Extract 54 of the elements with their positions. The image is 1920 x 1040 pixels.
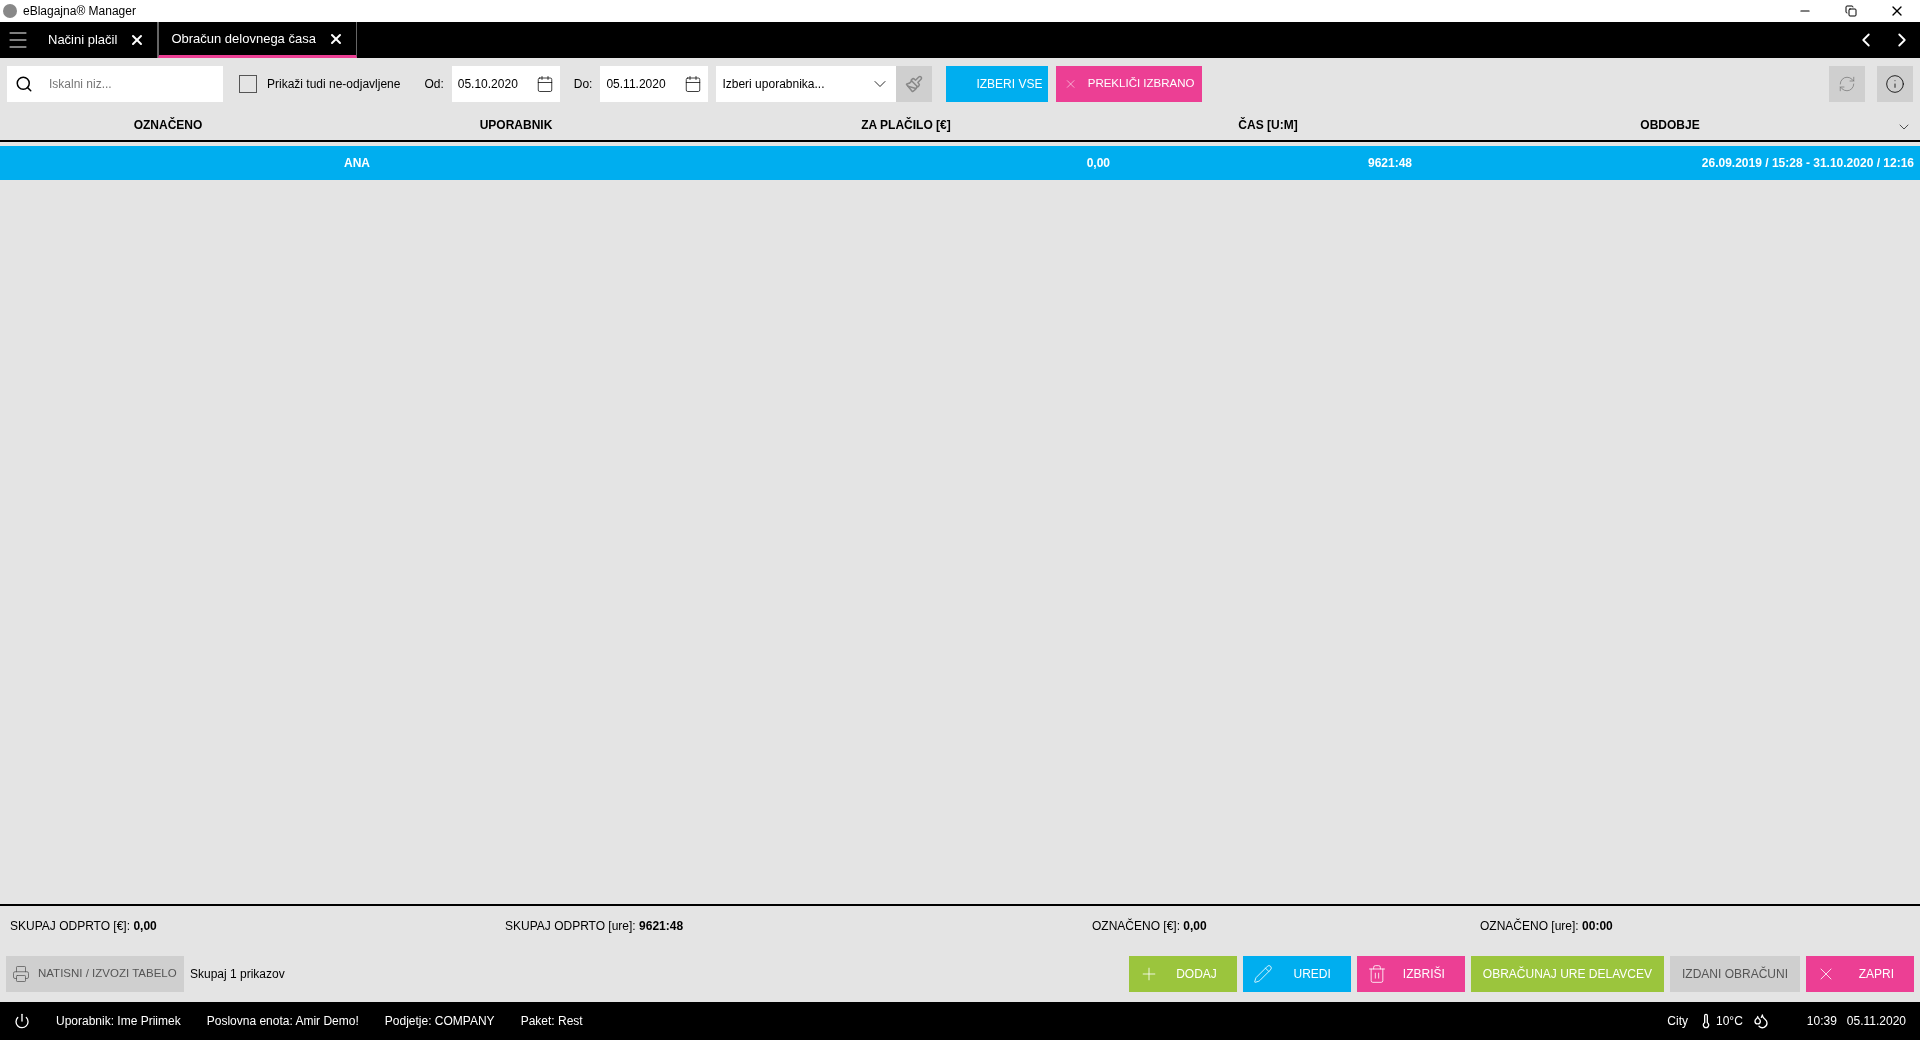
print-export-button[interactable]: NATISNI / IZVOZI TABELO [6, 956, 184, 992]
action-button[interactable]: IZBRIŠI [1356, 956, 1465, 992]
calendar-icon [684, 75, 703, 93]
calendar-icon [535, 75, 554, 93]
search-box[interactable]: Iskalni niz... [7, 66, 223, 102]
status-text: Paket: Rest [520, 1013, 583, 1030]
window-title: eBlagajna® Manager [23, 3, 136, 20]
column-header[interactable]: UPORABNIK [336, 116, 696, 134]
table-cell-text: ANA [343, 155, 371, 172]
printer-icon [12, 965, 30, 983]
search-field[interactable]: Iskalni niz... [49, 75, 209, 93]
info-button[interactable] [1877, 66, 1913, 102]
action-button[interactable]: IZDANI OBRAČUNI [1670, 956, 1800, 992]
user-dropdown[interactable]: Izberi uporabnika... [716, 66, 897, 102]
table-cell-text: 9621:48 [1366, 155, 1413, 172]
tab[interactable]: Obračun delovnega časa [158, 22, 357, 58]
total-text: OZNAČENO [€]: 0,00 [1092, 917, 1208, 935]
checkbox[interactable] [239, 75, 257, 93]
column-header[interactable]: ČAS [U:M] [1116, 116, 1420, 134]
column-header[interactable]: OBDOBJE [1420, 116, 1920, 134]
brush-icon [905, 75, 924, 93]
date-field[interactable]: 05.10.2020 [451, 66, 560, 102]
date-text: 05.11.2020 [1846, 1013, 1906, 1030]
from-label: Od: [424, 76, 444, 93]
trash-icon [1366, 964, 1387, 984]
temperature-text: 10°C [1716, 1013, 1743, 1030]
tab[interactable]: Načini plačil [36, 22, 159, 58]
status-text: Podjetje: COMPANY [384, 1013, 495, 1030]
city-text: City [1667, 1013, 1688, 1030]
action-button[interactable]: ZAPRI [1806, 956, 1914, 992]
droplets-icon [1752, 1013, 1769, 1029]
column-header[interactable]: ZA PLAČILO [€] [696, 116, 1116, 134]
refresh-icon [1838, 75, 1856, 93]
clock-text: 10:39 [1806, 1013, 1837, 1030]
total-text: SKUPAJ ODPRTO [€]: 0,00 [10, 918, 158, 935]
checkbox-label: Prikaži tudi ne-odjavljene [267, 76, 401, 93]
table-cell-text: 26.09.2019 / 15:28 - 31.10.2020 / 12:16 [1700, 155, 1915, 172]
date-field[interactable]: 05.11.2020 [600, 66, 709, 102]
pencil-icon [1252, 964, 1273, 984]
total-text: SKUPAJ ODPRTO [ure]: 9621:48 [505, 918, 685, 935]
to-label: Do: [573, 76, 593, 93]
row-count: Skupaj 1 prikazov [190, 966, 285, 983]
status-text: Poslovna enota: Amir Demo! [206, 1013, 359, 1030]
app-logo-icon [3, 4, 17, 18]
restore-icon [1845, 5, 1857, 17]
status-text: Uporabnik: Ime Priimek [56, 1013, 181, 1030]
table-cell-text: 0,00 [1085, 155, 1111, 172]
column-header[interactable]: OZNAČENO [0, 116, 336, 134]
search-icon [15, 75, 33, 93]
info-icon [1885, 74, 1905, 94]
power-icon[interactable] [14, 1013, 30, 1029]
clear-filter-button[interactable] [896, 66, 933, 102]
cancel-selection-button[interactable]: PREKLIČI IZBRANO [1056, 66, 1203, 102]
total-text: OZNAČENO [ure]: 00:00 [1480, 917, 1614, 935]
